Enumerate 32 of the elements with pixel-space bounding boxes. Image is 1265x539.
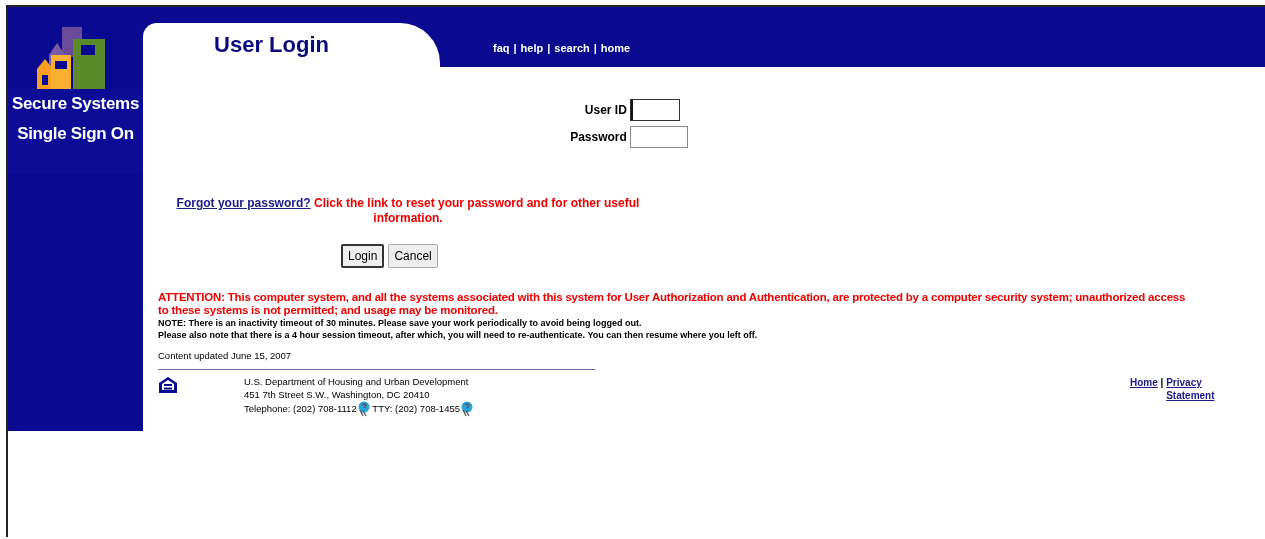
phone-text: TTY: (202) 708-1455	[371, 402, 460, 416]
separator: |	[593, 42, 597, 54]
forgot-password-link[interactable]: Forgot your password?	[176, 196, 311, 210]
note-text: NOTE: There is an inactivity timeout of 30 minutes. Please save your work periodically to avoid being logged out.	[158, 317, 643, 329]
phone-icon	[356, 401, 370, 417]
form-button[interactable]: Cancel	[388, 244, 438, 268]
nav-link[interactable]: home	[600, 42, 631, 54]
field-label: User ID	[583, 103, 627, 117]
field-label: Password	[570, 130, 627, 144]
address-text: 451 7th Street S.W., Washington, DC 20410	[244, 388, 431, 401]
footer-link[interactable]: Privacy Statement	[1166, 376, 1227, 402]
address-text: U.S. Department of Housing and Urban Development	[244, 376, 470, 389]
nav-link[interactable]: help	[520, 42, 544, 54]
nav-link[interactable]: search	[554, 42, 590, 54]
phone-icon	[460, 401, 473, 417]
separator: |	[1160, 377, 1164, 388]
sidebar-title: Secure Systems	[11, 94, 140, 114]
forgot-password-text: Forgot your password? Click the link to reset your password and for other useful information.	[175, 196, 641, 226]
separator: |	[547, 42, 551, 54]
nav-link[interactable]: faq	[493, 42, 510, 54]
updated-text: Content updated June 15, 2007	[158, 350, 293, 361]
input-field[interactable]	[629, 99, 680, 121]
form-button[interactable]: Login	[341, 244, 385, 268]
input-field[interactable]	[629, 126, 688, 148]
footer-link[interactable]: Home	[1130, 377, 1158, 388]
phone-text: Telephone: (202) 708-1112	[244, 402, 357, 416]
note-text: Please also note that there is a 4 hour session timeout, after which, you will need to re-authenticate. You can then resume where you left off.	[158, 329, 759, 341]
page-title: User Login	[214, 32, 329, 58]
equal-housing-icon	[158, 376, 178, 394]
separator: |	[513, 42, 517, 54]
sidebar-title: Single Sign On	[17, 124, 134, 144]
attention-text: ATTENTION: This computer system, and all the systems associated with this system for User Authorization and Authentication, are protected by a computer security system; unauthorized access to these systems is not permitted; and usage may be monitored.	[158, 291, 1187, 317]
